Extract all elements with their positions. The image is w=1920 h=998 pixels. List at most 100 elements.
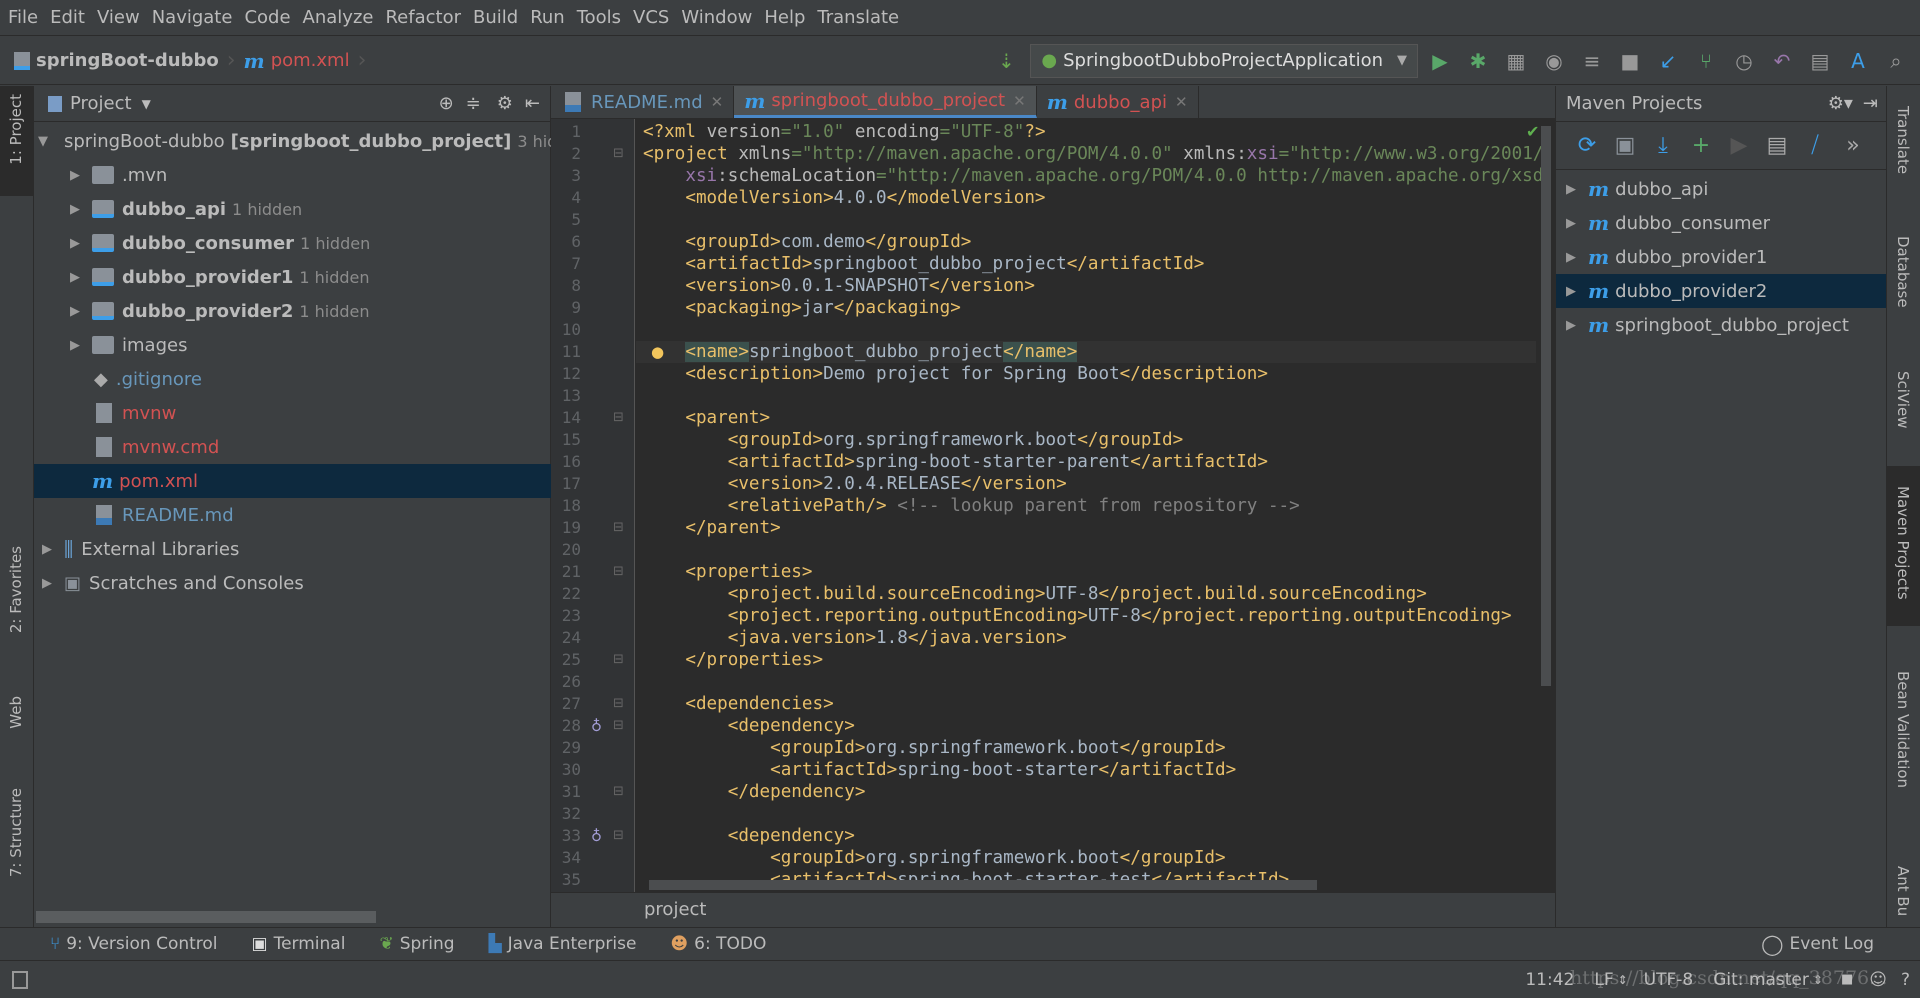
close-icon[interactable]: ✕	[711, 93, 724, 111]
menu-vcs[interactable]: VCS	[633, 7, 669, 28]
chevron-down-icon[interactable]: ▼	[38, 134, 48, 149]
concurrency-icon[interactable]: ≡	[1576, 45, 1608, 77]
event-log-button[interactable]: ◯ Event Log	[1761, 932, 1874, 956]
tree-item[interactable]: README.md	[34, 498, 551, 532]
run-configuration-select[interactable]: ● SpringbootDubboProjectApplication ▼	[1030, 43, 1418, 78]
more-icon[interactable]: »	[1834, 133, 1872, 158]
translate-icon[interactable]: A	[1842, 45, 1874, 77]
build-icon[interactable]: ⇣	[990, 45, 1022, 77]
search-icon[interactable]: ⌕	[1880, 45, 1912, 77]
tool-window-favorites[interactable]: 2: Favorites	[7, 546, 25, 633]
menu-build[interactable]: Build	[473, 7, 518, 28]
menu-file[interactable]: File	[8, 7, 38, 28]
maven-project-item[interactable]: ▶ m dubbo_consumer	[1556, 206, 1887, 240]
tool-window-web[interactable]: Web	[7, 696, 25, 729]
menu-navigate[interactable]: Navigate	[152, 7, 233, 28]
revert-icon[interactable]: ↶	[1766, 45, 1798, 77]
chevron-right-icon[interactable]: ▶	[1562, 318, 1580, 333]
vertical-scrollbar[interactable]	[1541, 126, 1551, 686]
menu-edit[interactable]: Edit	[50, 7, 85, 28]
chevron-right-icon[interactable]: ▶	[66, 304, 84, 319]
menu-tools[interactable]: Tools	[577, 7, 621, 28]
chevron-right-icon[interactable]: ▶	[1562, 182, 1580, 197]
editor-breadcrumb[interactable]: project	[551, 892, 1555, 927]
menu-window[interactable]: Window	[681, 7, 752, 28]
horizontal-scrollbar[interactable]	[649, 880, 1317, 890]
chevron-right-icon[interactable]: ▶	[66, 270, 84, 285]
tool-window-maven-projects[interactable]: Maven Projects	[1894, 486, 1912, 600]
gear-icon[interactable]: ⚙▾	[1828, 93, 1853, 114]
caret-position[interactable]: 11:42	[1525, 970, 1574, 990]
intention-bulb-icon[interactable]: ●	[651, 341, 664, 363]
close-icon[interactable]: ✕	[1175, 93, 1188, 111]
chevron-right-icon[interactable]: ▶	[1562, 250, 1580, 265]
menu-refactor[interactable]: Refactor	[385, 7, 461, 28]
code-area[interactable]: <?xml version="1.0" encoding="UTF-8"?> <p…	[551, 119, 1555, 892]
maven-project-item[interactable]: ▶ m dubbo_provider2	[1556, 274, 1887, 308]
history-icon[interactable]: ◷	[1728, 45, 1760, 77]
chevron-right-icon[interactable]: ▶	[1562, 284, 1580, 299]
tool-window-structure[interactable]: 7: Structure	[7, 788, 25, 877]
help-icon[interactable]: ?	[1901, 970, 1910, 990]
add-icon[interactable]: +	[1682, 133, 1720, 158]
menu-analyze[interactable]: Analyze	[303, 7, 374, 28]
chevron-right-icon[interactable]: ▶	[66, 338, 84, 353]
hide-panel-icon[interactable]: ⇥	[1863, 93, 1878, 114]
debug-icon[interactable]: ✱	[1462, 45, 1494, 77]
maven-project-item[interactable]: ▶ m springboot_dubbo_project	[1556, 308, 1887, 342]
tool-window-todo[interactable]: ☻ 6: TODO	[670, 934, 766, 954]
tree-item[interactable]: ▶ dubbo_provider2 1 hidden	[34, 294, 551, 328]
horizontal-scrollbar[interactable]	[36, 911, 376, 923]
collapse-all-icon[interactable]: ≑	[466, 93, 481, 114]
locate-icon[interactable]: ⊕	[439, 93, 454, 114]
vcs-commit-icon[interactable]: ⑂	[1690, 45, 1722, 77]
editor-tab[interactable]: m dubbo_api ✕	[1037, 86, 1199, 118]
chevron-right-icon[interactable]: ▶	[38, 542, 56, 557]
breadcrumb-project[interactable]: springBoot-dubbo	[36, 50, 219, 71]
profile-icon[interactable]: ◉	[1538, 45, 1570, 77]
tool-window-bean-validation[interactable]: Bean Validation	[1894, 671, 1912, 788]
chevron-right-icon[interactable]: ▶	[66, 236, 84, 251]
tool-window-sciview[interactable]: SciView	[1894, 371, 1912, 429]
tool-window-ant-build[interactable]: Ant Bu	[1894, 866, 1912, 916]
run-icon[interactable]: ▶	[1424, 45, 1456, 77]
vcs-update-icon[interactable]: ↙	[1652, 45, 1684, 77]
run-icon[interactable]: ▶	[1720, 133, 1758, 158]
tool-window-project[interactable]: 1: Project	[7, 94, 25, 165]
chevron-right-icon[interactable]: ▶	[66, 202, 84, 217]
tool-window-translate[interactable]: Translate	[1894, 106, 1912, 174]
reimport-icon[interactable]: ⟳	[1568, 133, 1606, 158]
tool-window-java-enterprise[interactable]: ▙ Java Enterprise	[489, 934, 637, 954]
tree-item[interactable]: ◆ .gitignore	[34, 362, 551, 396]
tree-item[interactable]: ▶ dubbo_api 1 hidden	[34, 192, 551, 226]
tree-item[interactable]: m pom.xml	[34, 464, 551, 498]
toggle-tool-windows-icon[interactable]	[12, 970, 28, 989]
tree-item[interactable]: ▶ ▣ Scratches and Consoles	[34, 566, 551, 600]
menu-help[interactable]: Help	[764, 7, 805, 28]
chevron-right-icon[interactable]: ▶	[66, 168, 84, 183]
toggle-offline-icon[interactable]: ⧸	[1796, 133, 1834, 158]
tool-window-terminal[interactable]: ▣ Terminal	[252, 934, 346, 954]
maven-project-item[interactable]: ▶ m dubbo_provider1	[1556, 240, 1887, 274]
gear-icon[interactable]: ⚙	[497, 93, 513, 114]
project-view-select[interactable]: Project	[70, 93, 132, 114]
tree-item[interactable]: mvnw	[34, 396, 551, 430]
tool-window-database[interactable]: Database	[1894, 236, 1912, 308]
menu-run[interactable]: Run	[530, 7, 565, 28]
generate-sources-icon[interactable]: ▣	[1606, 133, 1644, 158]
breadcrumb-file[interactable]: pom.xml	[271, 50, 350, 71]
editor-tab[interactable]: m springboot_dubbo_project ✕	[734, 86, 1037, 118]
tree-item[interactable]: ▶ dubbo_provider1 1 hidden	[34, 260, 551, 294]
chevron-right-icon[interactable]: ▶	[1562, 216, 1580, 231]
hide-panel-icon[interactable]: ⇤	[525, 93, 540, 114]
coverage-icon[interactable]: ▦	[1500, 45, 1532, 77]
editor-tab[interactable]: README.md ✕	[551, 86, 735, 118]
tree-item[interactable]: ▶ ⫼ External Libraries	[34, 532, 551, 566]
chevron-down-icon[interactable]: ▼	[142, 97, 151, 111]
project-structure-icon[interactable]: ▤	[1804, 45, 1836, 77]
download-icon[interactable]: ⤓	[1644, 133, 1682, 158]
menu-code[interactable]: Code	[244, 7, 290, 28]
menu-translate[interactable]: Translate	[817, 7, 899, 28]
tree-item[interactable]: mvnw.cmd	[34, 430, 551, 464]
tree-item[interactable]: ▶ .mvn	[34, 158, 551, 192]
